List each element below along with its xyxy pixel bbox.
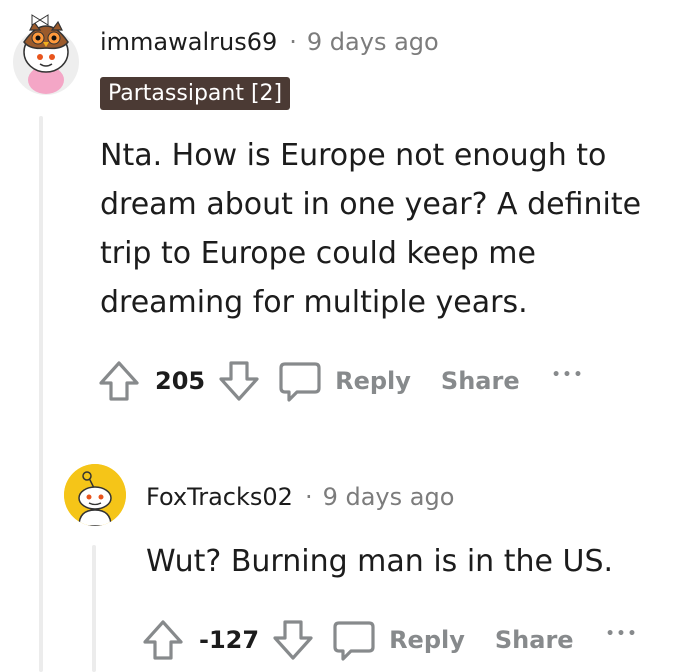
share-button[interactable]: Share bbox=[495, 626, 574, 654]
reply-label: Reply bbox=[335, 367, 411, 395]
comment-action-bar: 205 Reply Share ••• bbox=[97, 358, 584, 404]
user-avatar[interactable] bbox=[64, 464, 126, 526]
downvote-icon[interactable] bbox=[217, 359, 261, 403]
reply-label: Reply bbox=[389, 626, 465, 654]
meta-separator: · bbox=[304, 483, 313, 511]
username[interactable]: immawalrus69 bbox=[100, 28, 277, 56]
timestamp[interactable]: 9 days ago bbox=[307, 28, 439, 56]
comment-body-line: trip to Europe could keep me bbox=[100, 236, 536, 271]
comment-bubble-icon bbox=[331, 617, 377, 663]
comment-body-line: dreaming for multiple years. bbox=[100, 285, 528, 320]
timestamp[interactable]: 9 days ago bbox=[323, 483, 455, 511]
downvote-icon[interactable] bbox=[271, 618, 315, 662]
comment-body: Nta. How is Europe not enough to dream a… bbox=[100, 131, 641, 327]
default-snoo-avatar-icon bbox=[64, 464, 126, 526]
thread-line[interactable] bbox=[39, 116, 43, 672]
comment-body: Wut? Burning man is in the US. bbox=[146, 537, 613, 586]
comment-header: FoxTracks02 · 9 days ago bbox=[146, 483, 454, 511]
comment-bubble-icon bbox=[277, 358, 323, 404]
upvote-icon[interactable] bbox=[141, 618, 185, 662]
comment-body-line: dream about in one year? A definite bbox=[100, 187, 642, 222]
meta-separator: · bbox=[289, 28, 297, 56]
reply-button[interactable]: Reply bbox=[277, 358, 411, 404]
comment-body-line: Wut? Burning man is in the US. bbox=[146, 544, 614, 579]
comment-action-bar: -127 Reply Share ••• bbox=[141, 617, 638, 663]
comment-header: immawalrus69 · 9 days ago bbox=[100, 28, 439, 56]
more-options-icon[interactable]: ••• bbox=[552, 367, 585, 383]
reply-button[interactable]: Reply bbox=[331, 617, 465, 663]
user-avatar[interactable] bbox=[12, 12, 80, 96]
upvote-icon[interactable] bbox=[97, 359, 141, 403]
thread-line[interactable] bbox=[92, 545, 96, 672]
owl-snoo-avatar-icon bbox=[13, 14, 79, 95]
vote-score: 205 bbox=[155, 367, 206, 395]
more-options-icon[interactable]: ••• bbox=[606, 626, 639, 642]
vote-score: -127 bbox=[199, 626, 260, 654]
user-flair: Partassipant [2] bbox=[100, 77, 291, 110]
username[interactable]: FoxTracks02 bbox=[146, 483, 293, 511]
comment-body-line: Nta. How is Europe not enough to bbox=[100, 138, 607, 173]
share-button[interactable]: Share bbox=[441, 367, 520, 395]
